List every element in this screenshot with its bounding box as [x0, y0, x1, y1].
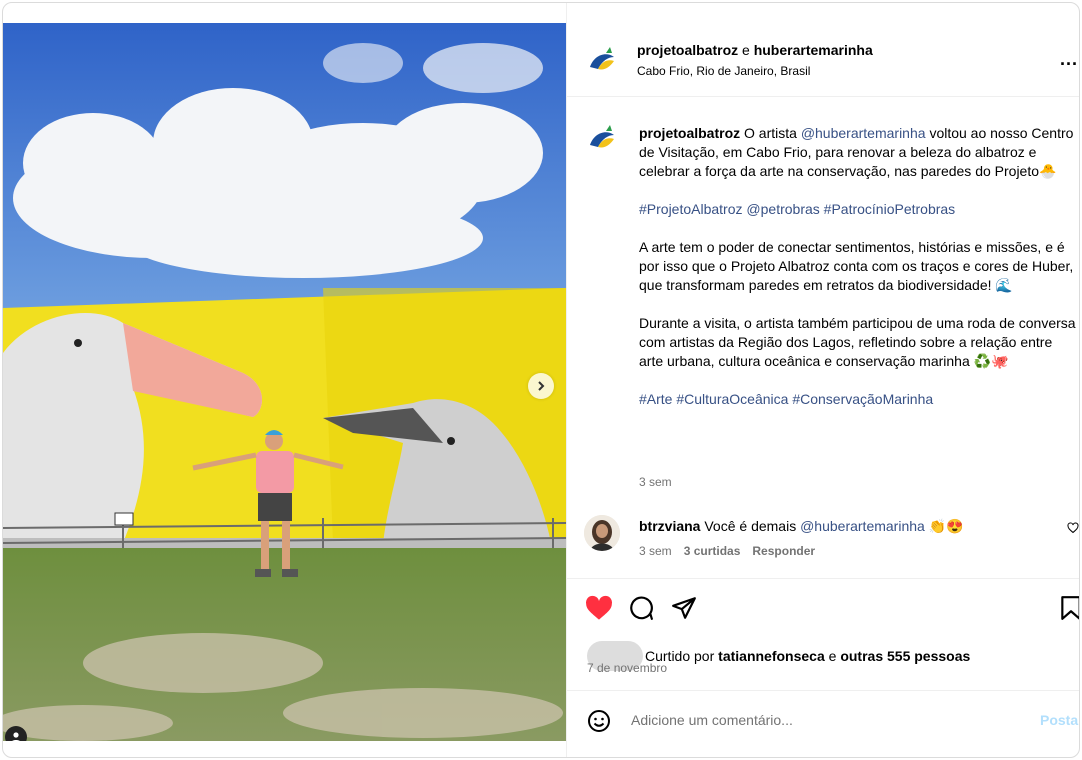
share-button[interactable] [671, 595, 697, 626]
coauthor-username[interactable]: huberartemarinha [754, 42, 873, 58]
add-comment-bar: Postar [567, 690, 1079, 757]
post-authors: projetoalbatroz e huberartemarinha [637, 42, 873, 58]
caption-mention[interactable]: @huberartemarinha [801, 125, 926, 141]
hashtag-link[interactable]: #ConservaçãoMarinha [792, 391, 933, 407]
projeto-albatroz-logo [585, 44, 619, 78]
hashtag-link[interactable]: #CulturaOceânica [676, 391, 788, 407]
post-date[interactable]: 7 de novembro [587, 661, 667, 675]
post-comment-button[interactable]: Postar [1040, 712, 1079, 728]
save-button[interactable] [1060, 595, 1079, 626]
comment-username[interactable]: btrzviana [639, 518, 700, 534]
caption-username[interactable]: projetoalbatroz [639, 125, 740, 141]
author-username[interactable]: projetoalbatroz [637, 42, 738, 58]
emoji-button[interactable] [587, 709, 611, 738]
caption-emoji: ♻️🐙 [973, 353, 1009, 369]
comment-like-button[interactable] [1067, 521, 1079, 539]
caption-text: O artista [744, 125, 797, 141]
post-image [3, 23, 566, 741]
caption-emoji: 🌊 [995, 277, 1013, 293]
share-icon [672, 597, 696, 619]
caption-text: Durante a visita, o artista também parti… [639, 315, 1076, 369]
liker-username[interactable]: tatiannefonseca [718, 648, 825, 664]
heart-outline-icon [1067, 522, 1079, 534]
heart-filled-icon [586, 595, 612, 620]
post-side-panel: projetoalbatroz e huberartemarinha Cabo … [566, 3, 1079, 757]
more-options-button[interactable]: ... [1060, 49, 1078, 70]
caption-emoji: 🐣 [1039, 163, 1057, 179]
authors-connector: e [742, 42, 750, 58]
comment-likes[interactable]: 3 curtidas [684, 544, 741, 558]
comment-meta: 3 sem 3 curtidas Responder [639, 544, 815, 558]
mural-photo [3, 23, 566, 741]
carousel-next-button[interactable] [528, 373, 554, 399]
likes-connector: e [828, 648, 837, 664]
post-caption: projetoalbatroz O artista @huberartemari… [639, 124, 1077, 428]
chevron-right-icon [538, 381, 545, 391]
projeto-albatroz-logo [585, 122, 619, 156]
hashtag-link[interactable]: #PatrocínioPetrobras [824, 201, 956, 217]
user-icon [12, 732, 20, 741]
caption-timestamp[interactable]: 3 sem [639, 475, 672, 489]
comment-timestamp[interactable]: 3 sem [639, 544, 672, 558]
comment-mention[interactable]: @huberartemarinha [800, 518, 925, 534]
hashtag-link[interactable]: #Arte [639, 391, 672, 407]
emoji-icon [588, 710, 610, 732]
comments-section: projetoalbatroz O artista @huberartemari… [567, 97, 1079, 577]
comment-icon [630, 596, 653, 620]
post-dialog: projetoalbatroz e huberartemarinha Cabo … [2, 2, 1080, 758]
hashtag-link[interactable]: #ProjetoAlbatroz [639, 201, 743, 217]
commenter-avatar[interactable] [584, 515, 620, 551]
comment-emoji: 👏😍 [928, 518, 964, 534]
comment-button[interactable] [628, 595, 654, 626]
post-actions: Curtido por tatiannefonseca e outras 555… [567, 578, 1079, 691]
comment-text: Você é demais [704, 518, 797, 534]
reply-button[interactable]: Responder [752, 544, 815, 558]
author-avatar[interactable] [584, 43, 620, 79]
tagged-users-button[interactable] [5, 726, 27, 741]
mention-link[interactable]: @petrobras [746, 201, 819, 217]
commenter-photo [584, 515, 620, 551]
like-button[interactable] [585, 595, 613, 626]
likes-count-link[interactable]: outras 555 pessoas [840, 648, 970, 664]
post-location[interactable]: Cabo Frio, Rio de Janeiro, Brasil [637, 64, 810, 78]
caption-avatar[interactable] [584, 121, 620, 157]
bookmark-icon [1061, 596, 1079, 620]
comment: btrzviana Você é demais @huberartemarinh… [639, 517, 1059, 536]
post-header: projetoalbatroz e huberartemarinha Cabo … [567, 3, 1079, 97]
comment-input[interactable] [629, 711, 1013, 729]
